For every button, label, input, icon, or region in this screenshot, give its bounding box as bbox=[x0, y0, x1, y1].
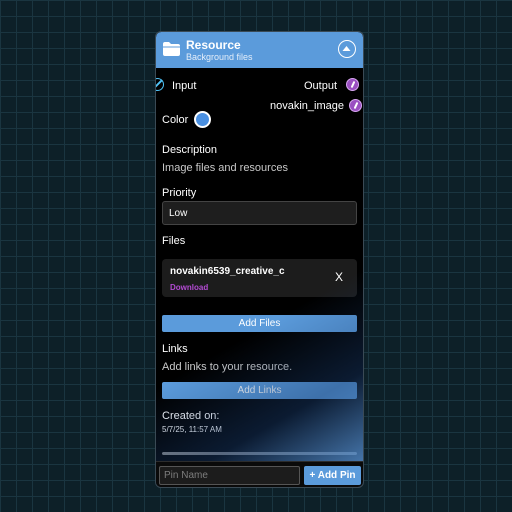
collapse-button[interactable] bbox=[338, 40, 356, 58]
priority-label: Priority bbox=[162, 187, 197, 199]
color-label: Color bbox=[162, 114, 189, 126]
novakin-image-pin-label: novakin_image bbox=[270, 100, 344, 112]
progress-fill bbox=[162, 452, 357, 455]
priority-value: Low bbox=[169, 208, 188, 219]
node-subtitle: Background files bbox=[186, 52, 253, 62]
links-hint: Add links to your resource. bbox=[162, 361, 293, 373]
node-header[interactable]: Resource Background files bbox=[156, 32, 363, 68]
color-swatch[interactable] bbox=[194, 111, 211, 128]
pin-name-input[interactable] bbox=[159, 466, 300, 485]
add-files-button[interactable]: Add Files bbox=[162, 315, 357, 332]
progress-bar bbox=[162, 452, 357, 455]
created-timestamp: 5/7/25, 11:57 AM bbox=[162, 425, 222, 434]
node-footer: + Add Pin bbox=[156, 461, 363, 487]
input-pin[interactable] bbox=[156, 78, 164, 91]
priority-select[interactable]: Low bbox=[162, 201, 357, 225]
novakin-image-pin[interactable] bbox=[349, 99, 362, 112]
description-label: Description bbox=[162, 144, 218, 156]
input-pin-label: Input bbox=[172, 80, 197, 92]
created-label: Created on: bbox=[162, 410, 220, 422]
add-links-button[interactable]: Add Links bbox=[162, 382, 357, 399]
files-label: Files bbox=[162, 235, 186, 247]
remove-file-button[interactable]: X bbox=[335, 270, 343, 284]
chevron-up-icon bbox=[342, 46, 351, 51]
add-pin-button[interactable]: + Add Pin bbox=[304, 466, 361, 485]
resource-node[interactable]: Resource Background files Input Output n… bbox=[155, 31, 364, 488]
file-item: novakin6539_creative_c Download X bbox=[162, 259, 357, 297]
description-text[interactable]: Image files and resources bbox=[162, 162, 288, 174]
node-title: Resource bbox=[186, 38, 241, 52]
folder-icon bbox=[163, 42, 180, 56]
output-pin[interactable] bbox=[346, 78, 359, 91]
file-name: novakin6539_creative_c bbox=[170, 266, 285, 277]
output-pin-label: Output bbox=[304, 80, 338, 92]
download-link[interactable]: Download bbox=[170, 283, 208, 292]
links-label: Links bbox=[162, 343, 188, 355]
